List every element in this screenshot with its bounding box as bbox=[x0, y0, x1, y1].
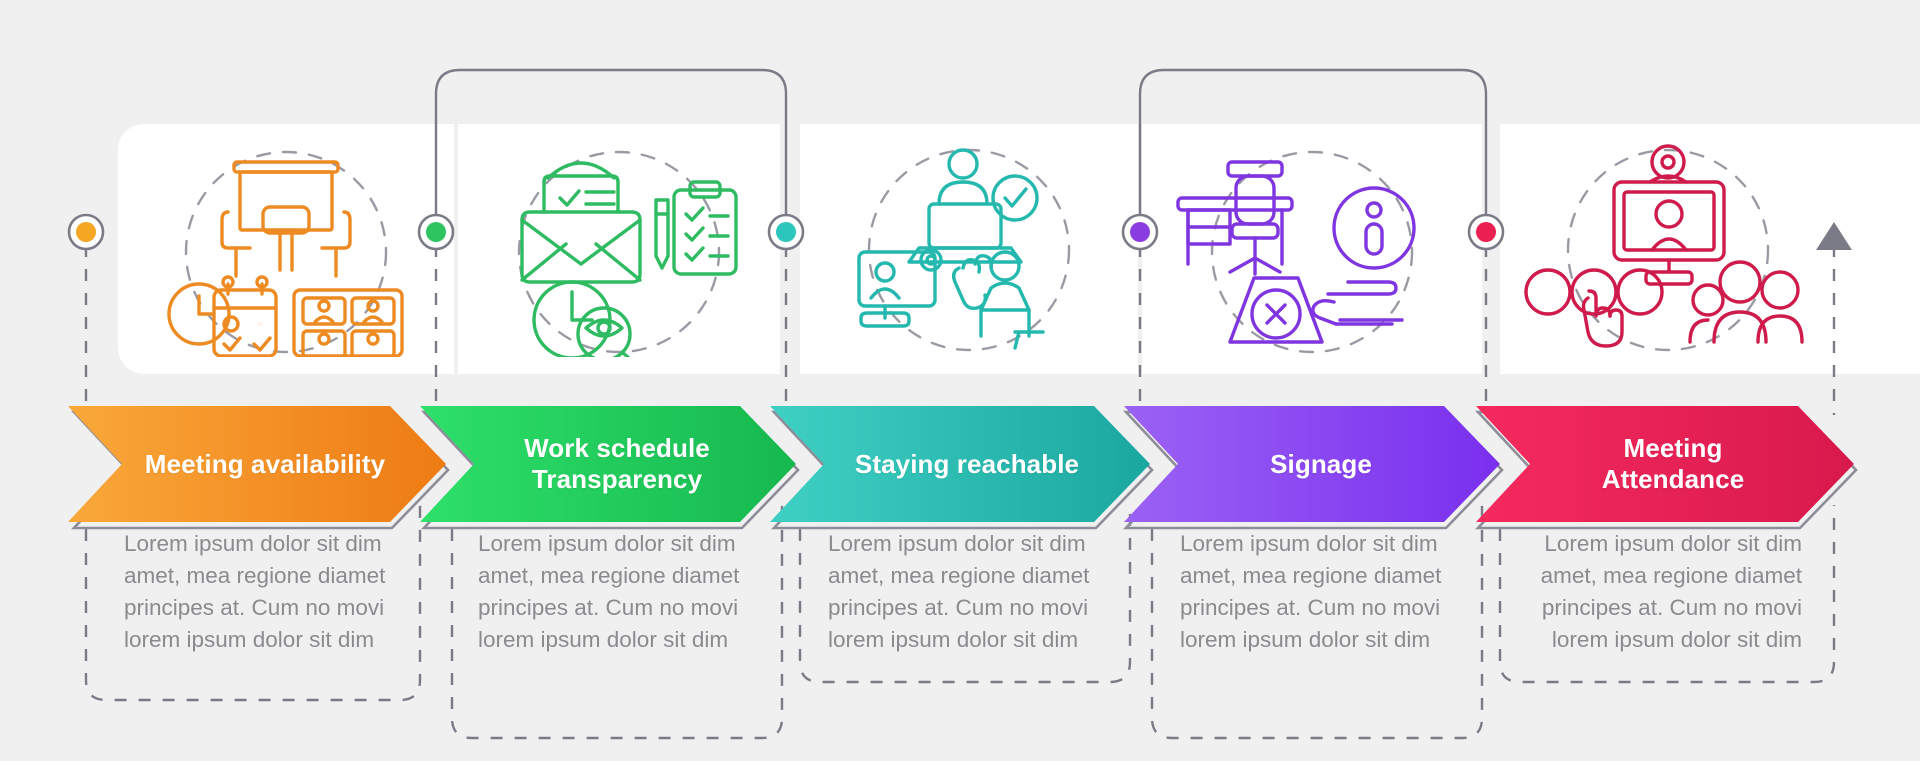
laptop-person-check-webcam-chat-icon bbox=[857, 147, 1071, 351]
presentation-board-clock-calendar-video-grid-icon bbox=[167, 150, 404, 357]
step-body-3: Lorem ipsum dolor sit dim amet, mea regi… bbox=[828, 531, 1090, 652]
icon-wrap-4 bbox=[1142, 124, 1482, 374]
icon-wrap-2 bbox=[458, 124, 780, 374]
chevron-band-5[interactable] bbox=[1476, 406, 1854, 522]
chevron-band-4[interactable] bbox=[1124, 406, 1500, 522]
step-body-1: Lorem ipsum dolor sit dim amet, mea regi… bbox=[124, 531, 386, 652]
step-marker-1[interactable] bbox=[67, 213, 105, 251]
chevron-band-3[interactable] bbox=[770, 406, 1150, 522]
icon-wrap-5 bbox=[1500, 124, 1835, 374]
icon-wrap-1 bbox=[118, 124, 454, 374]
desk-chair-info-sign-hand-icon bbox=[1176, 150, 1416, 353]
infographic-canvas: Meeting availability Work schedule Trans… bbox=[0, 0, 1920, 761]
step-body-2: Lorem ipsum dolor sit dim amet, mea regi… bbox=[478, 531, 740, 652]
chevron-band-1[interactable] bbox=[68, 406, 446, 522]
step-body-4: Lorem ipsum dolor sit dim amet, mea regi… bbox=[1180, 531, 1442, 652]
monitor-webcam-audience-touch-icon bbox=[1523, 143, 1804, 351]
icon-wrap-3 bbox=[800, 124, 1138, 374]
step-body-5: Lorem ipsum dolor sit dim amet, mea regi… bbox=[1540, 531, 1802, 652]
chevron-band-2[interactable] bbox=[420, 406, 796, 522]
envelope-checklist-clock-eye-icon bbox=[517, 150, 738, 357]
